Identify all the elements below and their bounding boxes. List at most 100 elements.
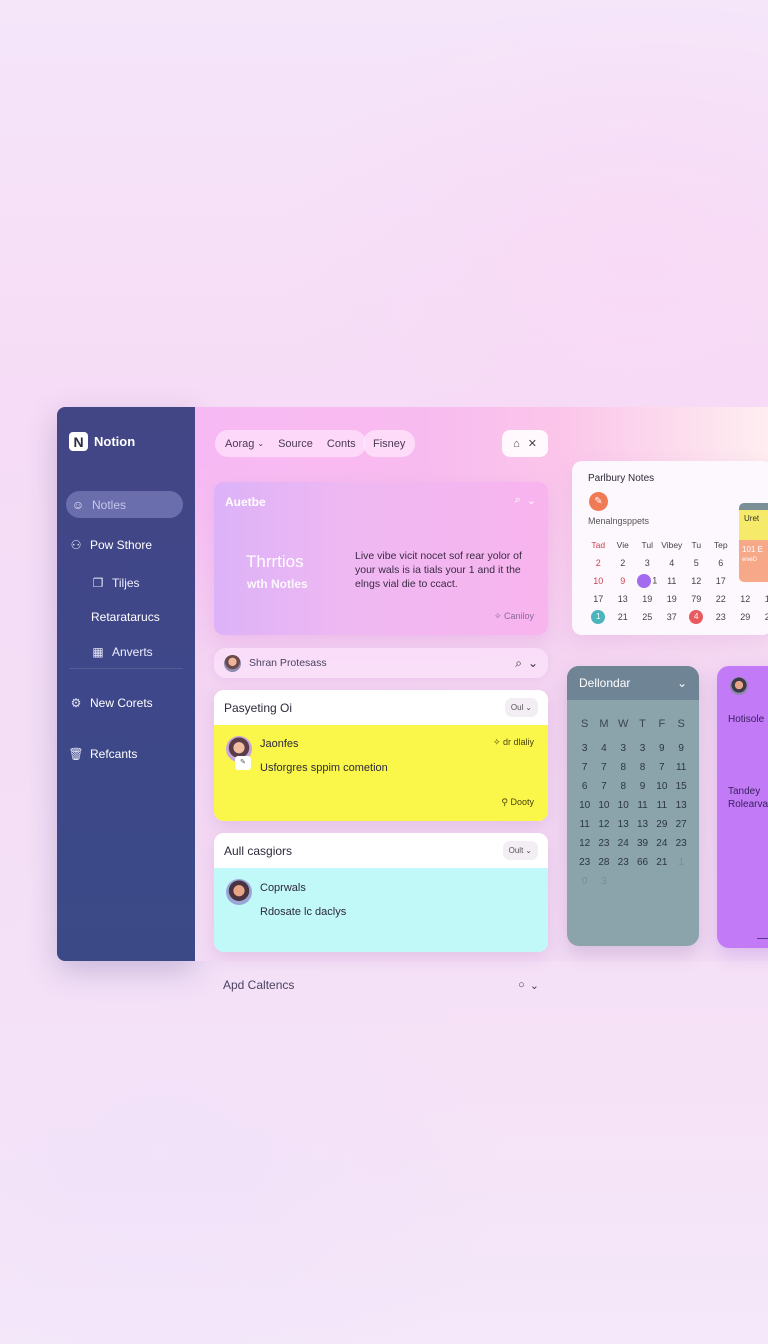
day-cell[interactable]: 7	[652, 762, 671, 773]
filter-pill-fisney[interactable]: Fisney	[363, 430, 416, 457]
search-icon[interactable]: ⌕	[515, 494, 521, 507]
day-cell[interactable]: 5	[684, 558, 709, 568]
day-cell[interactable]: 12	[733, 594, 758, 604]
day-cell[interactable]: 0	[575, 876, 594, 887]
day-cell[interactable]: 3	[633, 743, 652, 754]
day-cell[interactable]: 27	[671, 819, 690, 830]
home-icon[interactable]: ⌂	[513, 438, 520, 450]
day-cell[interactable]: 12	[575, 838, 594, 849]
filter-chip-aorag[interactable]: Aorag ⌄	[225, 438, 264, 450]
day-cell[interactable]: 9	[671, 743, 690, 754]
day-cell[interactable]: 11	[633, 800, 652, 811]
day-cell[interactable]: 11	[671, 762, 690, 773]
day-cell[interactable]: 10	[594, 800, 613, 811]
card-menu-button[interactable]: Oul ⌄	[504, 698, 538, 717]
day-cell-event[interactable]: 4	[684, 610, 709, 624]
day-cell[interactable]: 11	[652, 800, 671, 811]
task-card-yellow[interactable]: Pasyeting Oi Oul ⌄ ✎ Jaonfes Usforgres s…	[214, 690, 548, 821]
day-cell[interactable]: 3	[614, 743, 633, 754]
day-cell[interactable]: 11	[575, 819, 594, 830]
day-cell[interactable]: 29	[733, 612, 758, 622]
card-tag[interactable]: ✧ dr dlaliy	[493, 737, 534, 748]
day-cell[interactable]: 66	[633, 857, 652, 868]
hero-card[interactable]: Auetbe ⌕ ⌄ Thrrtios wth Notles Live vibe…	[214, 482, 548, 635]
task-card-cyan[interactable]: Aull casgiors Oult ⌄ Coprwals Rdosate lc…	[214, 833, 548, 952]
day-cell[interactable]: 9	[652, 743, 671, 754]
day-cell[interactable]: 13	[671, 800, 690, 811]
day-cell[interactable]: 10	[758, 594, 768, 604]
add-calendars-row[interactable]: Apd Caltencs ○ ⌄	[223, 978, 539, 992]
sidebar-item-retaratarucs[interactable]: Retaratarucs	[91, 605, 160, 629]
card-menu-button[interactable]: Oult ⌄	[502, 841, 538, 860]
day-cell[interactable]: 17	[709, 576, 734, 586]
day-cell[interactable]: 2	[586, 558, 611, 568]
sidebar-item-refcants[interactable]: 🗑 Refcants	[68, 742, 137, 766]
day-cell[interactable]: 37	[660, 612, 685, 622]
day-cell[interactable]: 24	[652, 838, 671, 849]
sidebar-item-tiljes[interactable]: ❐ Tiljes	[91, 571, 140, 595]
day-cell[interactable]: 29	[652, 819, 671, 830]
day-cell[interactable]: 25	[635, 612, 660, 622]
day-cell[interactable]: 2	[611, 558, 636, 568]
day-cell[interactable]: 6	[709, 558, 734, 568]
card-footer[interactable]: ⚲ Dooty	[501, 797, 534, 808]
day-cell[interactable]: 22	[709, 594, 734, 604]
day-cell[interactable]: 79	[684, 594, 709, 604]
day-cell[interactable]: 11	[660, 576, 685, 586]
sidebar-item-notes[interactable]: ☺ Notles	[66, 491, 183, 518]
day-cell[interactable]: 1	[671, 857, 690, 868]
day-cell[interactable]: 7	[594, 781, 613, 792]
sidebar-item-new-corets[interactable]: ⚙ New Corets	[69, 691, 153, 715]
day-cell[interactable]: 19	[660, 594, 685, 604]
day-cell[interactable]: 12	[684, 576, 709, 586]
day-cell[interactable]: 7	[575, 762, 594, 773]
day-cell[interactable]: 4	[594, 743, 613, 754]
calendar-header[interactable]: Dellondar ⌄	[567, 666, 699, 700]
day-cell[interactable]: 19	[635, 594, 660, 604]
search-icon[interactable]: ⌕	[515, 656, 522, 671]
day-cell[interactable]: 28	[594, 857, 613, 868]
day-cell[interactable]: 8	[614, 762, 633, 773]
day-cell[interactable]: 23	[575, 857, 594, 868]
day-cell[interactable]: 23	[709, 612, 734, 622]
profile-card[interactable]: Hotisole Tandey Rolearva	[717, 666, 768, 948]
day-cell[interactable]: 13	[611, 594, 636, 604]
notes-calendar-card[interactable]: Parlbury Notes ✎ Menalngsppets Tad Vie T…	[572, 461, 768, 635]
chevron-down-icon[interactable]: ⌄	[530, 979, 539, 992]
day-cell[interactable]: 12	[594, 819, 613, 830]
day-cell[interactable]: 15	[671, 781, 690, 792]
day-cell[interactable]: 9	[633, 781, 652, 792]
filter-chip-source[interactable]: Source	[278, 438, 313, 450]
hero-footer[interactable]: ✧ Caniloy	[494, 611, 534, 622]
circle-icon[interactable]: ○	[518, 979, 525, 992]
day-cell[interactable]: 10	[586, 576, 611, 586]
day-cell[interactable]: 7	[594, 762, 613, 773]
sidebar-item-anverts[interactable]: ▦ Anverts	[91, 640, 152, 664]
day-cell-selected[interactable]: 1	[635, 574, 660, 588]
day-cell[interactable]: 6	[575, 781, 594, 792]
calendar-card[interactable]: Dellondar ⌄ S M W T F S 3 4 3 3 9 9 7 7 8 8 7 11 6 7 8…	[567, 666, 699, 946]
day-cell[interactable]: 23	[671, 838, 690, 849]
day-cell[interactable]: 10	[575, 800, 594, 811]
day-cell[interactable]: 21	[652, 857, 671, 868]
chevron-down-icon[interactable]: ⌄	[527, 494, 536, 507]
day-cell[interactable]: 39	[633, 838, 652, 849]
event-chip[interactable]: Uret 101 E wveD	[739, 503, 768, 582]
sidebar-item-pow-store[interactable]: ⚇ Pow Sthore	[69, 533, 152, 557]
day-cell[interactable]: 23	[614, 857, 633, 868]
day-cell[interactable]: 3	[575, 743, 594, 754]
day-cell[interactable]: 9	[611, 576, 636, 586]
close-icon[interactable]: ✕	[528, 437, 537, 450]
day-cell[interactable]: 21	[611, 612, 636, 622]
day-cell-event[interactable]: 1	[586, 610, 611, 624]
day-cell[interactable]: 3	[594, 876, 613, 887]
day-cell[interactable]: 24	[614, 838, 633, 849]
day-cell[interactable]: 10	[652, 781, 671, 792]
day-cell[interactable]: 8	[633, 762, 652, 773]
day-cell[interactable]: 22	[758, 612, 768, 622]
day-cell[interactable]: 8	[614, 781, 633, 792]
day-cell[interactable]: 13	[614, 819, 633, 830]
day-cell[interactable]: 23	[594, 838, 613, 849]
day-cell[interactable]: 3	[635, 558, 660, 568]
filter-chip-conts[interactable]: Conts	[327, 438, 356, 450]
